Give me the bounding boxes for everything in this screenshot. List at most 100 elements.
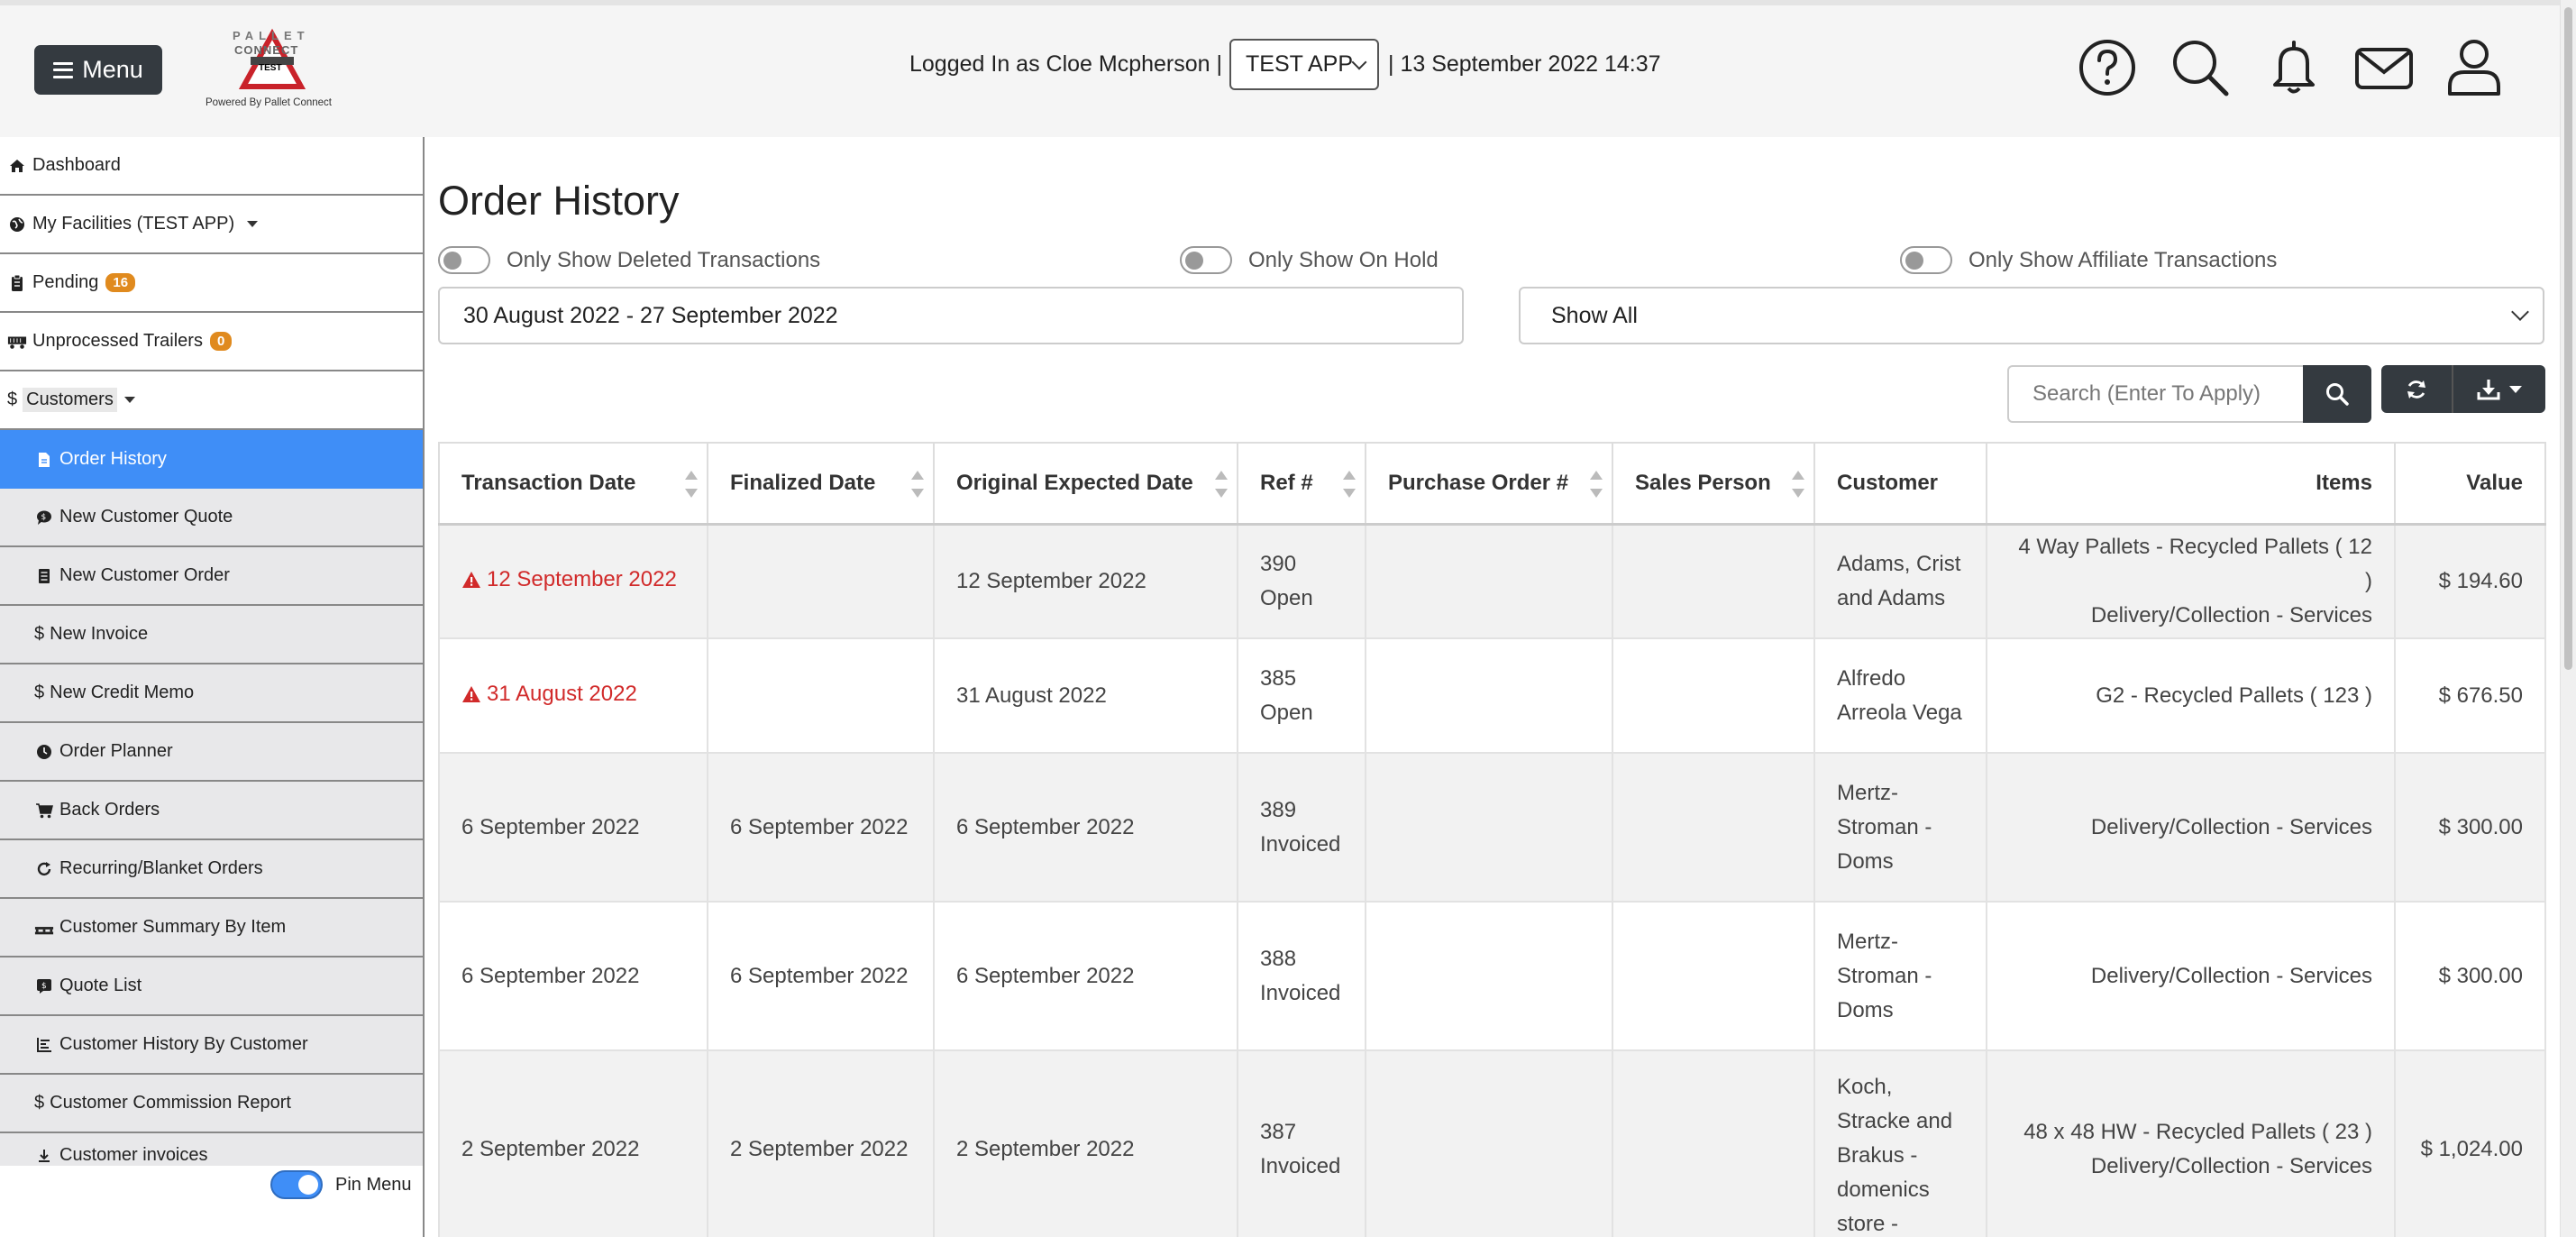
pin-menu-toggle[interactable]: [270, 1170, 323, 1199]
user-icon[interactable]: [2444, 38, 2504, 97]
export-dropdown-button[interactable]: [2452, 365, 2545, 413]
cell-customer: Mertz- Stroman - Doms: [1813, 901, 1987, 1051]
page-title: Order History: [438, 178, 680, 224]
cell-line: domenics: [1837, 1177, 1930, 1202]
list-icon: [34, 566, 54, 586]
cell-transaction-date: 6 September 2022: [438, 752, 708, 903]
scrollbar-thumb[interactable]: [2564, 7, 2572, 670]
cell-original-expected-date: 2 September 2022: [933, 1049, 1238, 1237]
cell-line: Arreola Vega: [1837, 700, 1962, 725]
sidebar-item-customer-commission-report[interactable]: $ Customer Commission Report: [0, 1075, 424, 1133]
sidebar-item-label: Back Orders: [59, 800, 160, 820]
col-transaction-date[interactable]: Transaction Date: [438, 442, 708, 526]
col-finalized-date[interactable]: Finalized Date: [707, 442, 935, 526]
col-value: Value: [2394, 442, 2546, 526]
logged-in-text: Logged In as Cloe Mcpherson |: [909, 51, 1222, 77]
col-sales-person[interactable]: Sales Person: [1612, 442, 1815, 526]
deleted-toggle-label: Only Show Deleted Transactions: [507, 247, 821, 272]
cell-ref: 385 Open: [1237, 637, 1366, 754]
warning-icon: [462, 686, 480, 702]
cell-customer: Adams, Crist and Adams: [1813, 523, 1987, 639]
search-input[interactable]: Search (Enter To Apply): [2007, 365, 2305, 423]
search-button[interactable]: [2303, 365, 2371, 423]
deleted-toggle[interactable]: [438, 246, 490, 274]
sidebar-item-pending[interactable]: Pending 16: [0, 254, 424, 313]
sidebar-item-order-history[interactable]: Order History: [0, 430, 424, 489]
cell-purchase-order: [1365, 523, 1613, 639]
header-label: Purchase Order #: [1388, 470, 1569, 495]
affiliate-toggle-label: Only Show Affiliate Transactions: [1969, 247, 2278, 272]
top-header: Menu PALLET CONNECT TEST Powered By Pall…: [0, 0, 2560, 137]
mail-icon[interactable]: [2354, 38, 2414, 97]
table-row[interactable]: 31 August 2022 31 August 2022 385 Open Alfre…: [438, 637, 2546, 754]
cell-finalized-date: [707, 637, 935, 754]
sidebar-item-new-credit-memo[interactable]: $ New Credit Memo: [0, 664, 424, 723]
sidebar-item-customer-summary-by-item[interactable]: Customer Summary By Item: [0, 899, 424, 958]
affiliate-toggle[interactable]: [1900, 246, 1952, 274]
cell-line: Alfredo: [1837, 665, 1906, 691]
help-icon[interactable]: [2078, 38, 2137, 97]
sidebar-item-label: Customer History By Customer: [59, 1034, 308, 1054]
table-row[interactable]: 6 September 2022 6 September 2022 6 Septem…: [438, 752, 2546, 903]
sidebar-item-unprocessed-trailers[interactable]: Unprocessed Trailers 0: [0, 313, 424, 371]
sidebar-item-new-customer-order[interactable]: New Customer Order: [0, 547, 424, 606]
cell-line: Stroman -: [1837, 814, 1932, 839]
bell-icon[interactable]: [2264, 38, 2324, 97]
sidebar-item-order-planner[interactable]: Order Planner: [0, 723, 424, 782]
date-range-input[interactable]: 30 August 2022 - 27 September 2022: [438, 287, 1464, 344]
cell-line: G2 - Recycled Pallets ( 123 ): [2096, 683, 2372, 708]
sidebar-item-label: Dashboard: [32, 155, 121, 175]
cell-items: 4 Way Pallets - Recycled Pallets ( 12 ) D…: [1986, 523, 2396, 639]
cell-sales-person: [1612, 637, 1815, 754]
logo[interactable]: PALLET CONNECT TEST Powered By Pallet Co…: [200, 27, 344, 113]
search-icon[interactable]: [2170, 38, 2230, 97]
cell-purchase-order: [1365, 752, 1613, 903]
sidebar-item-dashboard[interactable]: Dashboard: [0, 137, 424, 196]
cell-line: Adams, Crist: [1837, 551, 1961, 576]
logo-test: TEST: [259, 63, 282, 73]
cell-transaction-date: 12 September 2022: [438, 523, 708, 639]
sidebar-item-my-facilities[interactable]: My Facilities (TEST APP): [0, 196, 424, 254]
sidebar-item-customer-invoices[interactable]: Customer invoices: [0, 1133, 424, 1166]
sidebar-item-recurring-blanket-orders[interactable]: Recurring/Blanket Orders: [0, 840, 424, 899]
cell-value: $ 676.50: [2394, 637, 2546, 754]
ref-number: 389: [1260, 797, 1297, 822]
sidebar-item-back-orders[interactable]: Back Orders: [0, 782, 424, 840]
vertical-scrollbar[interactable]: [2560, 0, 2576, 1237]
sidebar-item-customers[interactable]: $ Customers: [0, 371, 424, 430]
dollar-icon: $: [7, 389, 18, 409]
cell-ref: 389 Invoiced: [1237, 752, 1366, 903]
refresh-button[interactable]: [2381, 365, 2452, 413]
transaction-date-text: 2 September 2022: [461, 1137, 640, 1161]
cell-sales-person: [1612, 901, 1815, 1051]
app-select-value: TEST APP: [1246, 51, 1354, 77]
sidebar-item-label: New Invoice: [50, 624, 149, 644]
transaction-date-text: 6 September 2022: [461, 963, 640, 988]
cell-transaction-date: 2 September 2022: [438, 1049, 708, 1237]
table-row[interactable]: 2 September 2022 2 September 2022 2 Septem…: [438, 1049, 2546, 1237]
sidebar-item-new-customer-quote[interactable]: $ New Customer Quote: [0, 489, 424, 547]
sidebar-item-new-invoice[interactable]: $ New Invoice: [0, 606, 424, 664]
status-text: Invoiced: [1260, 1154, 1341, 1178]
ref-number: 385: [1260, 665, 1297, 691]
pin-menu: Pin Menu: [270, 1170, 412, 1199]
col-ref[interactable]: Ref #: [1237, 442, 1366, 526]
sidebar-item-quote-list[interactable]: $ Quote List: [0, 958, 424, 1016]
on-hold-toggle[interactable]: [1180, 246, 1232, 274]
menu-button[interactable]: Menu: [34, 45, 162, 95]
table-row[interactable]: 6 September 2022 6 September 2022 6 Septem…: [438, 901, 2546, 1051]
sidebar-item-label: Unprocessed Trailers: [32, 331, 203, 351]
cell-original-expected-date: 12 September 2022: [933, 523, 1238, 639]
show-all-select[interactable]: Show All: [1519, 287, 2544, 344]
sidebar-item-label: Order History: [59, 449, 167, 469]
transaction-date-text: 6 September 2022: [461, 814, 640, 839]
cell-line: Delivery/Collection - Services: [2090, 1154, 2372, 1178]
sidebar-item-customer-history-by-customer[interactable]: Customer History By Customer: [0, 1016, 424, 1075]
app-select[interactable]: TEST APP: [1229, 39, 1379, 90]
col-purchase-order[interactable]: Purchase Order #: [1365, 442, 1613, 526]
table-row[interactable]: 12 September 2022 12 September 2022 390 Ope…: [438, 523, 2546, 639]
cell-line: Delivery/Collection - Services: [2090, 814, 2372, 839]
truck-icon: [7, 332, 27, 352]
col-original-expected-date[interactable]: Original Expected Date: [933, 442, 1238, 526]
sort-icon: [1215, 471, 1228, 498]
